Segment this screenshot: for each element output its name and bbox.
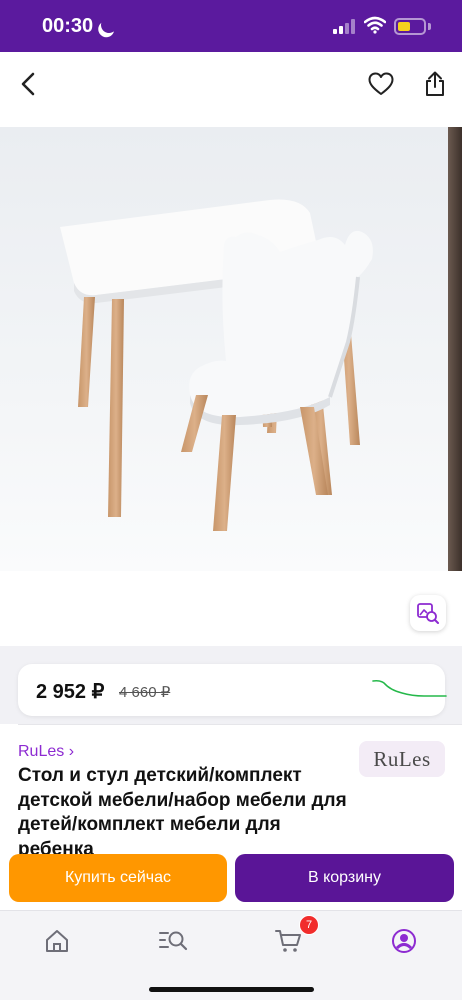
share-button[interactable]	[417, 66, 453, 102]
back-button[interactable]	[10, 66, 46, 102]
profile-icon	[392, 929, 416, 953]
product-title: Стол и стул детский/комплект детской меб…	[18, 765, 347, 860]
catalog-search-icon	[159, 931, 188, 951]
battery-level-fill	[398, 22, 410, 31]
heart-icon	[368, 72, 394, 95]
buy-now-button[interactable]: Купить сейчас	[9, 854, 227, 902]
brand-logo[interactable]: RuLes	[359, 741, 445, 777]
cart-icon	[275, 930, 301, 952]
brand-link[interactable]: RuLes ›	[18, 743, 74, 761]
share-icon	[426, 71, 444, 96]
add-to-cart-button[interactable]: В корзину	[235, 854, 454, 902]
battery-icon	[394, 18, 426, 35]
cart-count-badge: 7	[299, 915, 319, 935]
home-icon	[46, 930, 68, 952]
price-card[interactable]: 2 952 ₽ 4 660 ₽	[18, 664, 447, 716]
tab-home[interactable]	[37, 923, 77, 959]
old-price: 4 660 ₽	[119, 684, 171, 701]
product-image[interactable]	[0, 127, 448, 571]
tab-profile[interactable]	[384, 923, 424, 959]
status-bar: 00:30	[0, 0, 462, 52]
battery-tip	[428, 23, 431, 30]
bottom-tab-bar: 7	[0, 910, 462, 1000]
product-header	[0, 52, 462, 116]
section-divider	[18, 724, 462, 725]
back-arrow-icon	[21, 72, 35, 96]
wifi-icon	[364, 16, 386, 34]
home-indicator	[149, 987, 314, 992]
price-history-sparkline	[372, 679, 447, 697]
cellular-signal-icon	[333, 18, 355, 34]
visual-search-icon	[417, 603, 439, 624]
next-image-preview[interactable]	[448, 127, 462, 571]
moon-icon	[99, 15, 120, 36]
product-photo-table-and-chair	[0, 127, 448, 571]
visual-search-button[interactable]	[410, 595, 446, 631]
current-price: 2 952 ₽	[36, 681, 105, 703]
status-time: 00:30	[42, 15, 94, 37]
purchase-actions: Купить сейчас В корзину	[0, 852, 462, 910]
tab-catalog[interactable]	[153, 923, 193, 959]
favorite-button[interactable]	[363, 66, 399, 102]
